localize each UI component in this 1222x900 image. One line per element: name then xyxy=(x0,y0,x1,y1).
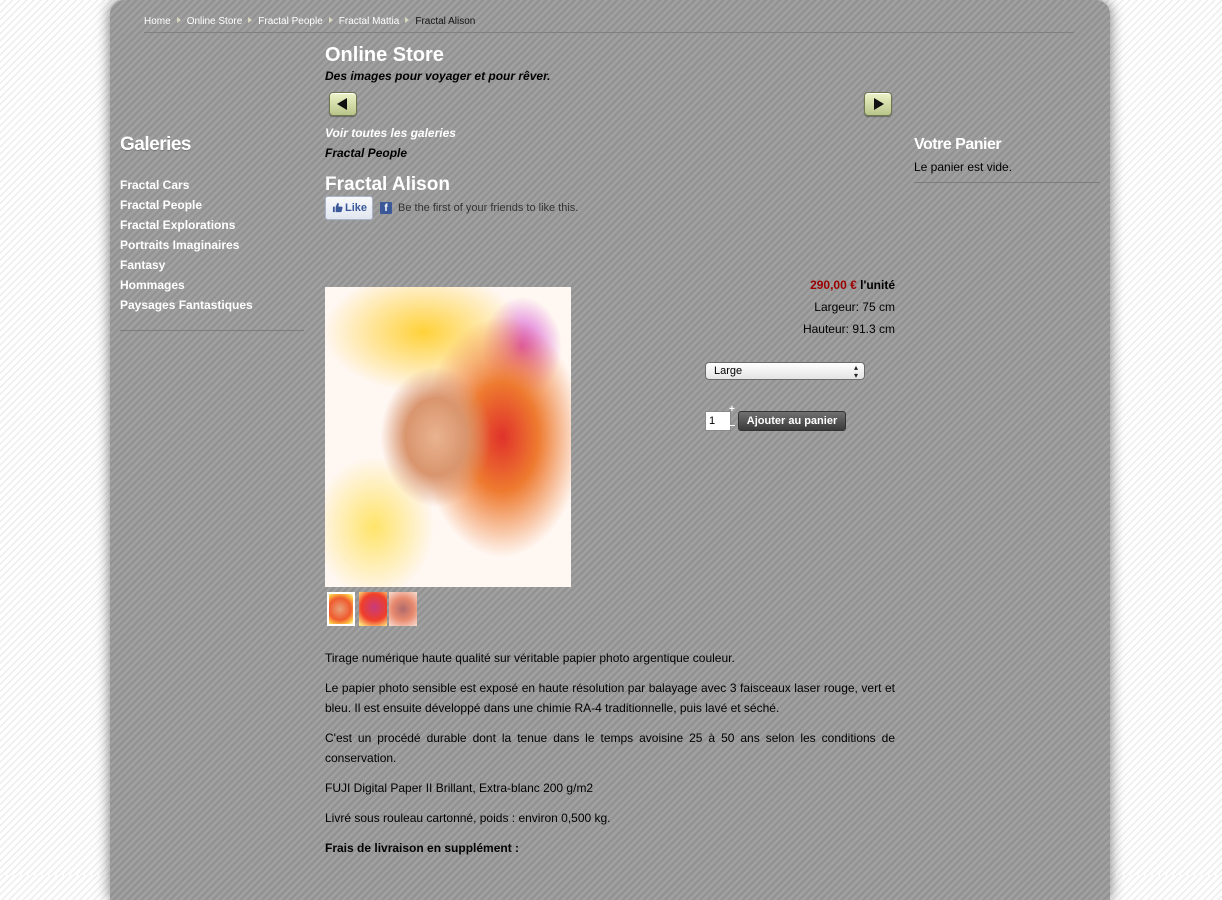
cart-title: Votre Panier xyxy=(914,136,1002,153)
page-subtitle: Des images pour voyager et pour rêver. xyxy=(325,69,551,83)
select-arrows-icon: ▴ ▾ xyxy=(853,363,858,380)
breadcrumb-separator-icon xyxy=(405,17,410,23)
product-width: Largeur: 75 cm xyxy=(814,300,895,314)
add-to-cart-button[interactable]: Ajouter au panier xyxy=(738,411,846,431)
thumbnail-strip xyxy=(327,592,419,626)
sidebar-item-fractal-people[interactable]: Fractal People xyxy=(120,198,304,218)
sidebar-title: Galeries xyxy=(120,134,192,155)
breadcrumb-current: Fractal Alison xyxy=(415,16,476,27)
arrow-left-icon xyxy=(337,98,347,110)
cart-sidebar: Votre Panier Le panier est vide. xyxy=(914,136,1100,183)
page-title: Online Store xyxy=(325,44,444,66)
breadcrumb-online-store[interactable]: Online Store xyxy=(187,16,243,27)
description-paragraph: FUJI Digital Paper II Brillant, Extra-bl… xyxy=(325,781,594,795)
cart-empty-text: Le panier est vide. xyxy=(914,160,1100,183)
price-amount: 290,00 € xyxy=(810,278,857,292)
description-paragraph: Le papier photo sensible est exposé en h… xyxy=(325,681,895,715)
product-title: Fractal Alison xyxy=(325,174,450,195)
arrow-right-icon xyxy=(874,98,884,110)
facebook-like-label: Like xyxy=(344,202,367,214)
product-image[interactable] xyxy=(325,287,571,587)
sidebar-item-fantasy[interactable]: Fantasy xyxy=(120,258,304,278)
price-block: 290,00 € l'unité Largeur: 75 cm Hauteur:… xyxy=(635,278,895,336)
sidebar-galleries: Galeries Fractal Cars Fractal People Fra… xyxy=(120,134,304,331)
size-select[interactable]: Large ▴ ▾ xyxy=(705,362,865,380)
thumbs-up-icon xyxy=(332,202,343,213)
breadcrumb-home[interactable]: Home xyxy=(144,16,171,27)
size-select-value: Large xyxy=(714,365,743,377)
sidebar-item-hommages[interactable]: Hommages xyxy=(120,278,304,298)
product-description: Tirage numérique haute qualité sur vérit… xyxy=(325,648,895,868)
breadcrumb-separator-icon xyxy=(176,17,181,23)
quantity-increase-icon[interactable]: + xyxy=(729,404,735,415)
page-container: Home Online Store Fractal People Fractal Ma… xyxy=(110,0,1110,900)
gallery-list: Fractal Cars Fractal People Fractal Expl… xyxy=(120,178,304,331)
facebook-logo-icon: f xyxy=(380,202,392,214)
product-thumbnail[interactable] xyxy=(389,592,417,626)
breadcrumb-separator-icon xyxy=(328,17,333,23)
breadcrumb: Home Online Store Fractal People Fractal Ma… xyxy=(144,16,1074,33)
quantity-decrease-icon[interactable] xyxy=(730,425,735,426)
shipping-note: Frais de livraison en supplément : xyxy=(325,841,520,855)
breadcrumb-separator-icon xyxy=(248,17,253,23)
sidebar-item-fractal-cars[interactable]: Fractal Cars xyxy=(120,178,304,198)
description-paragraph: C'est un procédé durable dont la tenue d… xyxy=(325,731,895,765)
facebook-social-text: Be the first of your friends to like thi… xyxy=(398,202,579,214)
sidebar-item-portraits-imaginaires[interactable]: Portraits Imaginaires xyxy=(120,238,304,258)
current-gallery-link[interactable]: Fractal People xyxy=(325,146,407,160)
breadcrumb-fractal-people[interactable]: Fractal People xyxy=(258,16,322,27)
main-content: Online Store Des images pour voyager et … xyxy=(325,42,895,855)
product-height: Hauteur: 91.3 cm xyxy=(802,322,895,336)
quantity-input[interactable]: 1 xyxy=(705,411,731,431)
sidebar-item-fractal-explorations[interactable]: Fractal Explorations xyxy=(120,218,304,238)
sidebar-item-paysages-fantastiques[interactable]: Paysages Fantastiques xyxy=(120,298,304,318)
facebook-like-button[interactable]: Like xyxy=(325,196,373,220)
breadcrumb-fractal-mattia[interactable]: Fractal Mattia xyxy=(339,16,400,27)
previous-product-button[interactable] xyxy=(329,92,357,116)
price-unit: l'unité xyxy=(860,278,895,292)
product-thumbnail[interactable] xyxy=(327,592,355,626)
price-line: 290,00 € l'unité xyxy=(635,278,895,292)
next-product-button[interactable] xyxy=(864,92,892,116)
product-thumbnail[interactable] xyxy=(359,592,387,626)
description-paragraph: Livré sous rouleau cartonné, poids : env… xyxy=(325,811,611,825)
description-paragraph: Tirage numérique haute qualité sur vérit… xyxy=(325,651,735,665)
all-galleries-link[interactable]: Voir toutes les galeries xyxy=(325,126,456,140)
